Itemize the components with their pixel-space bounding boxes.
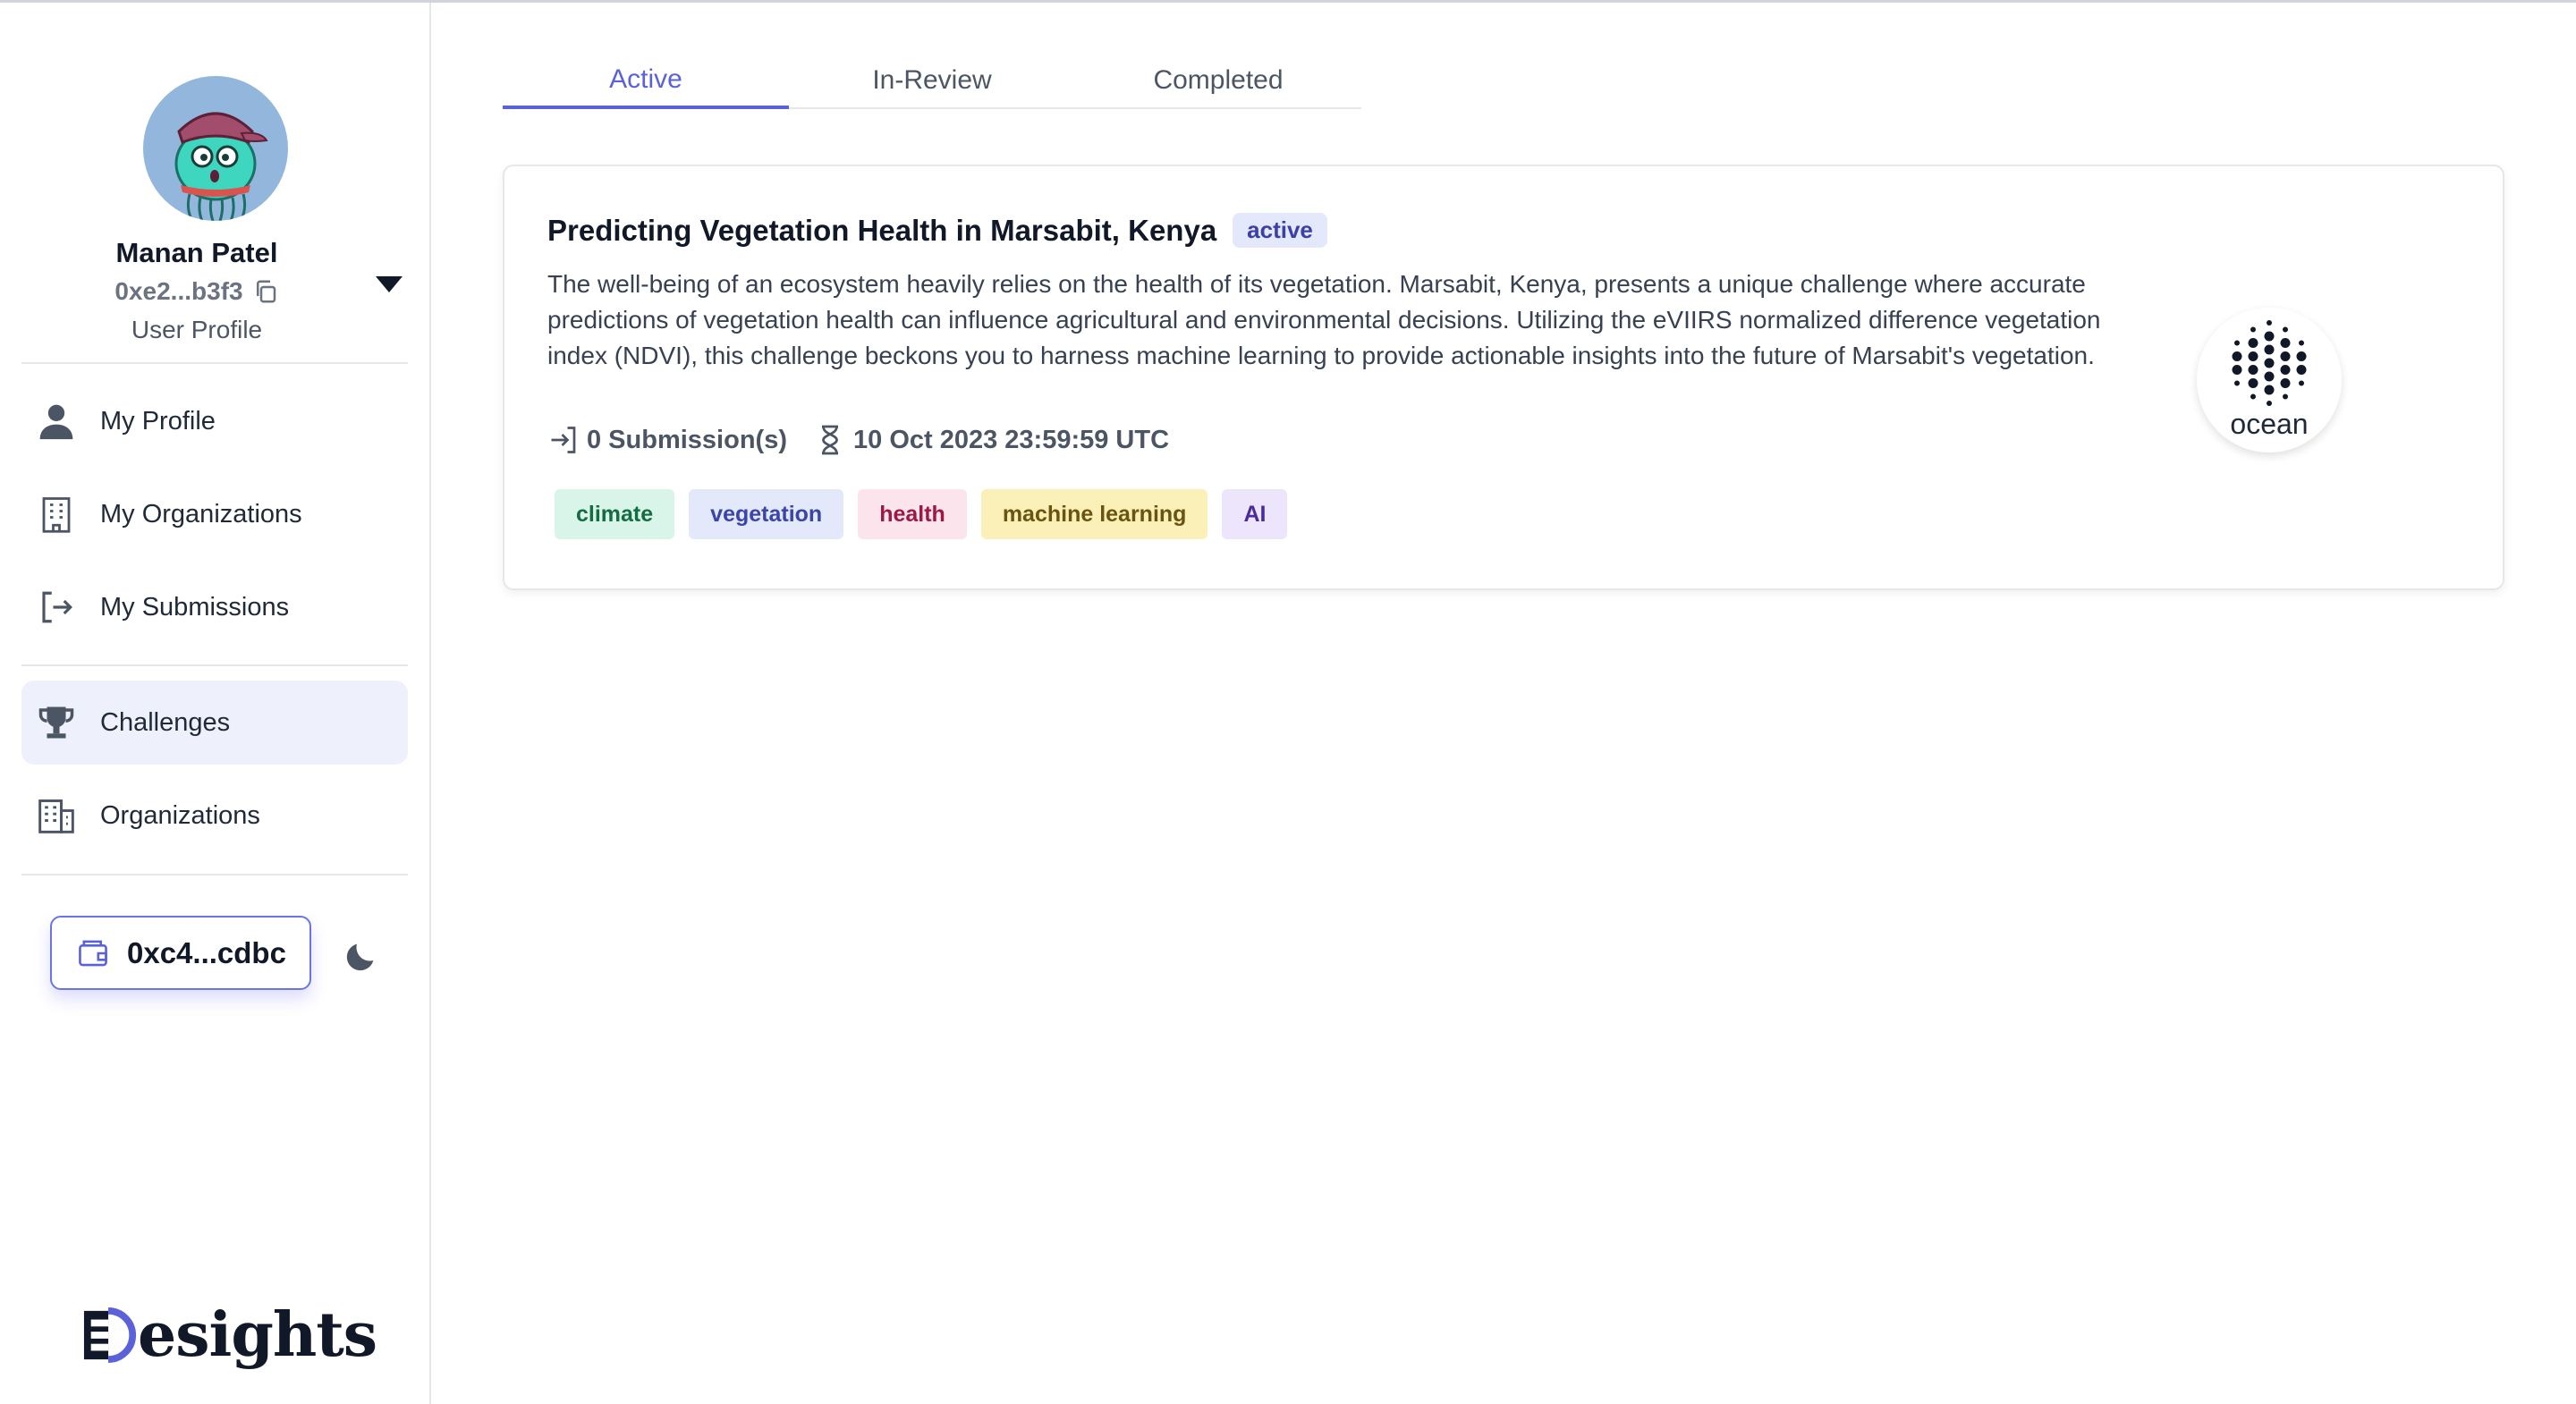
tag-list: climate vegetation health machine learning A… — [555, 489, 1288, 539]
copy-icon[interactable] — [252, 278, 279, 305]
deadline-label: 10 Oct 2023 23:59:59 UTC — [853, 425, 1170, 454]
challenge-description: The well-being of an ecosystem heavily r… — [547, 270, 2101, 369]
sidebar-item-label: Organizations — [100, 800, 260, 830]
org-name: ocean — [2230, 407, 2309, 440]
wallet-address: 0xc4...cdbc — [127, 935, 286, 969]
tag-climate[interactable]: climate — [555, 489, 675, 539]
tag-vegetation[interactable]: vegetation — [689, 489, 844, 539]
tab-completed[interactable]: Completed — [1075, 54, 1361, 107]
tab-active[interactable]: Active — [503, 54, 789, 109]
jellyfish-avatar-icon — [174, 112, 268, 221]
sidebar-divider — [21, 362, 408, 364]
sidebar-divider — [21, 664, 408, 666]
wallet-icon — [79, 940, 107, 966]
org-logo[interactable]: ocean — [2197, 308, 2342, 452]
tag-ai[interactable]: AI — [1222, 489, 1288, 539]
sidebar: Manan Patel 0xe2...b3f3 User Profile My … — [0, 3, 431, 1404]
sign-in-icon — [551, 427, 576, 453]
caret-down-icon[interactable] — [374, 273, 404, 294]
moon-icon[interactable] — [343, 938, 379, 974]
sidebar-item-challenges[interactable]: Challenges — [21, 681, 408, 765]
challenge-title[interactable]: Predicting Vegetation Health in Marsabit… — [547, 214, 1216, 248]
desights-logo-mark — [83, 1307, 137, 1363]
submissions-count: 0 Submission(s) — [547, 424, 787, 456]
sidebar-divider — [21, 874, 408, 875]
sign-out-icon — [36, 587, 77, 628]
deadline: 10 Oct 2023 23:59:59 UTC — [814, 424, 1169, 456]
user-name: Manan Patel — [115, 237, 278, 268]
tag-health[interactable]: health — [858, 489, 967, 539]
tag-machine-learning[interactable]: machine learning — [980, 489, 1208, 539]
user-avatar[interactable] — [143, 76, 288, 221]
sidebar-item-my-submissions[interactable]: My Submissions — [21, 565, 408, 649]
sidebar-item-my-profile[interactable]: My Profile — [21, 379, 408, 463]
office-building-icon — [36, 795, 77, 836]
brand-name: esights — [138, 1299, 377, 1371]
sidebar-item-label: My Organizations — [100, 499, 302, 529]
sidebar-item-label: My Profile — [100, 406, 216, 436]
user-address: 0xe2...b3f3 — [114, 277, 243, 305]
challenge-card[interactable]: Predicting Vegetation Health in Marsabit… — [503, 165, 2504, 590]
status-badge: active — [1233, 213, 1327, 248]
sidebar-item-organizations[interactable]: Organizations — [21, 774, 408, 858]
brand-logo[interactable]: esights — [82, 1299, 377, 1371]
hourglass-icon — [822, 425, 838, 455]
ocean-logo-icon — [2232, 319, 2307, 406]
user-icon — [36, 401, 77, 442]
sidebar-item-my-organizations[interactable]: My Organizations — [21, 472, 408, 556]
submissions-label: 0 Submission(s) — [587, 425, 787, 454]
challenge-title-row: Predicting Vegetation Health in Marsabit… — [547, 213, 1327, 248]
sidebar-item-label: My Submissions — [100, 592, 290, 622]
sidebar-item-label: Challenges — [100, 707, 231, 737]
challenge-tabs: Active In-Review Completed — [503, 54, 1361, 109]
wallet-button[interactable]: 0xc4...cdbc — [50, 916, 311, 990]
user-role: User Profile — [131, 316, 263, 343]
trophy-icon — [36, 702, 77, 743]
tab-in-review[interactable]: In-Review — [789, 54, 1075, 107]
building-icon — [36, 494, 77, 535]
challenge-meta: 0 Submission(s) 10 Oct 2023 23:59:59 UTC — [547, 424, 1196, 456]
user-address-row: 0xe2...b3f3 — [0, 277, 394, 306]
